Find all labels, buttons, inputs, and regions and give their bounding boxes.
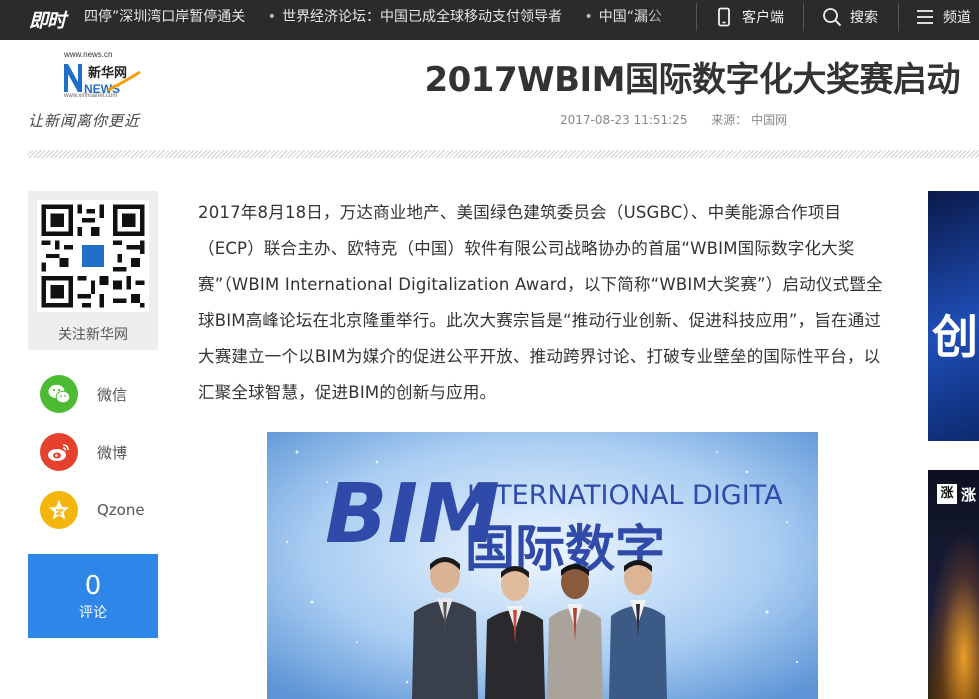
bullet-dot: • xyxy=(267,9,276,25)
hatched-divider xyxy=(28,150,979,158)
comment-count: 0 xyxy=(84,571,102,601)
ticker-item[interactable]: • 世界经济论坛：中国已成全球移动支付领导者 xyxy=(268,0,562,34)
divider xyxy=(803,3,804,31)
xinhua-logo[interactable]: www.news.cn NEWS 新华网 www.xinhuanet.com 让… xyxy=(28,50,163,135)
weibo-label: 微博 xyxy=(97,443,128,462)
logo-slogan: 让新闻离你更近 xyxy=(28,112,141,130)
ticker-fade xyxy=(644,0,684,40)
article-title: 2017WBIM国际数字化大奖赛启动 xyxy=(424,60,960,100)
ad-light-beam xyxy=(928,530,979,699)
article-meta: 2017-08-23 11:51:25 来源： 中国网 xyxy=(560,111,787,128)
share-wechat[interactable]: 微信 xyxy=(40,374,127,414)
ticker-item[interactable]: 四停”深圳湾口岸暂停通关 xyxy=(84,0,245,34)
divider xyxy=(696,3,697,31)
instant-news-logo[interactable]: 即时 xyxy=(29,6,66,33)
ad-headline: 创 xyxy=(932,310,978,364)
comments-button[interactable]: 0 评论 xyxy=(28,554,158,638)
weibo-icon xyxy=(40,433,78,471)
phone-icon xyxy=(718,7,730,27)
news-ticker: 四停”深圳湾口岸暂停通关 • 世界经济论坛：中国已成全球移动支付领导者 • 中国“漏… xyxy=(84,0,684,40)
divider xyxy=(898,3,899,31)
qr-caption: 关注新华网 xyxy=(58,327,128,343)
client-app-link[interactable]: 客户端 xyxy=(714,0,784,37)
bullet-dot: • xyxy=(584,9,593,25)
search-icon xyxy=(823,8,842,27)
logo-name: 新华网 xyxy=(88,66,128,81)
qzone-label: Qzone xyxy=(97,501,145,519)
search-label: 搜索 xyxy=(850,10,878,26)
side-ad-banner[interactable]: 涨 涨 xyxy=(928,470,979,699)
top-bar: 即时 四停”深圳湾口岸暂停通关 • 世界经济论坛：中国已成全球移动支付领导者 • 中… xyxy=(0,0,979,40)
ad-brand-tag: 涨 xyxy=(937,484,957,504)
channel-menu[interactable]: 频道 xyxy=(915,0,971,37)
wechat-label: 微信 xyxy=(97,385,128,404)
share-qzone[interactable]: Qzone xyxy=(40,490,145,530)
qr-code xyxy=(37,200,149,312)
qzone-icon xyxy=(40,491,78,529)
side-ad-banner[interactable]: 创 xyxy=(928,191,979,441)
logo-url: www.news.cn xyxy=(64,50,113,59)
article-photo: BIM INTERNATIONAL DIGITA 国际数字 xyxy=(267,432,818,699)
qr-follow-box: 关注新华网 xyxy=(28,191,158,350)
client-label: 客户端 xyxy=(742,10,784,26)
menu-icon xyxy=(917,10,933,24)
ad-headline: 涨 xyxy=(961,486,977,504)
wechat-icon xyxy=(40,375,78,413)
search-link[interactable]: 搜索 xyxy=(822,0,878,37)
share-weibo[interactable]: 微博 xyxy=(40,432,127,472)
article-datetime: 2017-08-23 11:51:25 xyxy=(560,113,688,127)
comment-label: 评论 xyxy=(79,605,107,621)
channel-label: 频道 xyxy=(943,10,971,26)
logo-url-secondary: www.xinhuanet.com xyxy=(64,93,118,99)
article-source: 来源： 中国网 xyxy=(711,113,788,127)
article-paragraph: 2017年8月18日，万达商业地产、美国绿色建筑委员会（USGBC）、中美能源合… xyxy=(198,203,883,402)
photo-backdrop-english: INTERNATIONAL DIGITA xyxy=(467,480,783,511)
